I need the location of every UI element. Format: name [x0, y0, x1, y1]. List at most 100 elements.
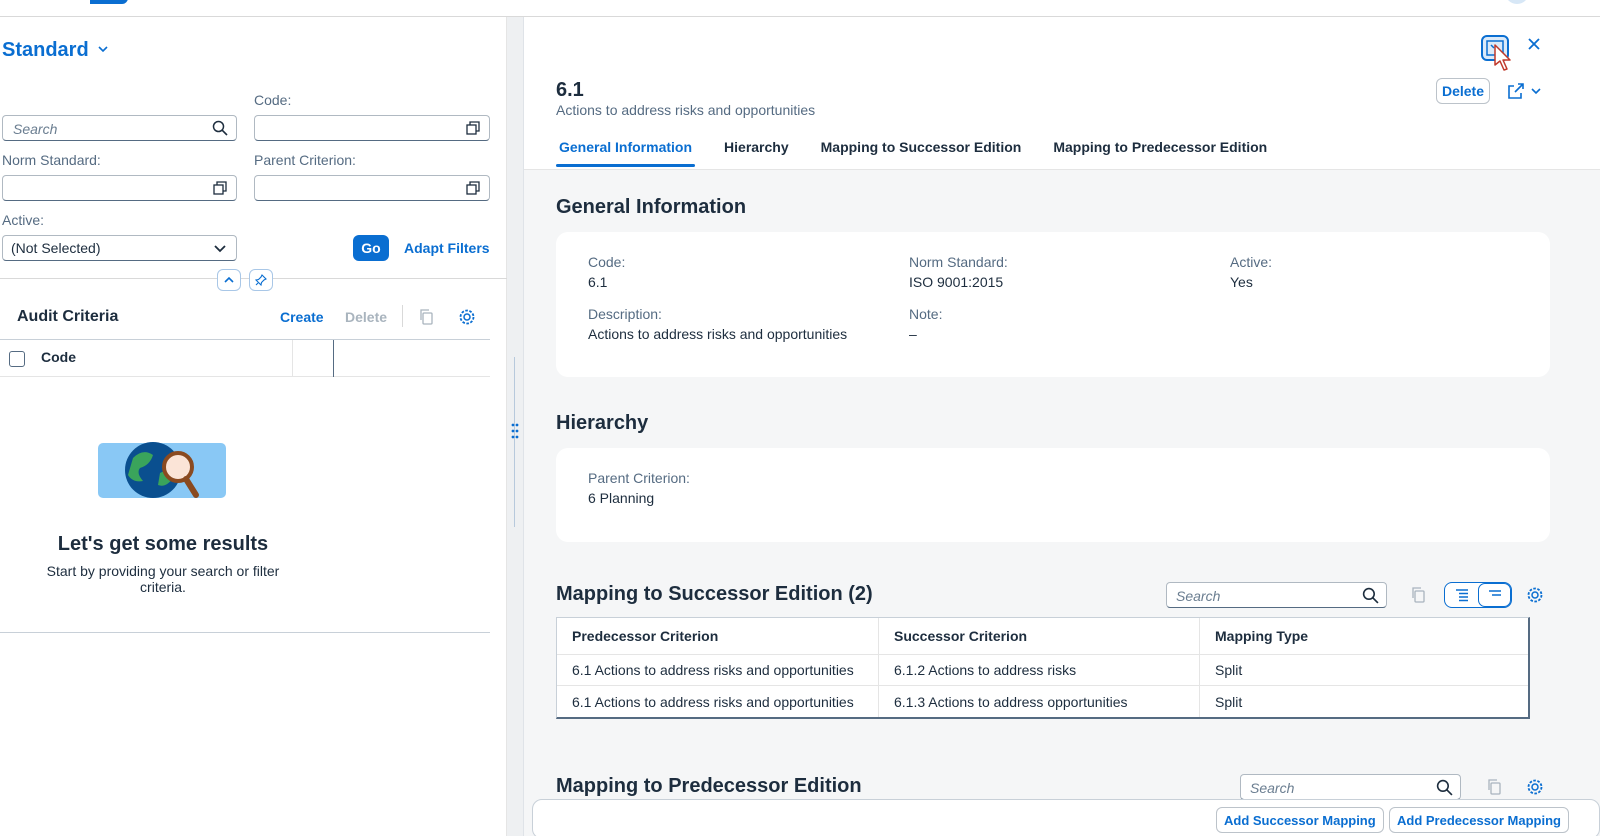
note-value: – — [909, 326, 917, 342]
table-title: Audit Criteria — [17, 308, 119, 325]
column-header-code[interactable]: Code — [41, 349, 76, 365]
copy-icon[interactable] — [1486, 778, 1504, 796]
table-row[interactable]: 6.1 Actions to address risks and opportu… — [557, 655, 1528, 686]
section-title-hierarchy: Hierarchy — [556, 412, 649, 434]
column-header-mapping-type[interactable]: Mapping Type — [1200, 618, 1528, 654]
cell-mapping-type: Split — [1215, 693, 1243, 710]
copy-icon[interactable] — [1410, 586, 1428, 604]
empty-state-text: Start by providing your search or filter… — [46, 563, 280, 595]
object-subtitle: Actions to address risks and opportuniti… — [556, 102, 816, 118]
successor-search-placeholder: Search — [1176, 588, 1221, 604]
value-help-icon[interactable] — [212, 180, 228, 196]
cell-successor: 6.1.2 Actions to address risks — [879, 655, 1200, 685]
go-button[interactable]: Go — [353, 235, 389, 261]
value-help-icon[interactable] — [465, 180, 481, 196]
search-icon[interactable] — [212, 120, 228, 136]
settings-gear-icon[interactable] — [1526, 778, 1544, 796]
copy-icon[interactable] — [418, 308, 436, 326]
cell-predecessor: 6.1 Actions to address risks and opportu… — [557, 655, 879, 685]
splitter-grip-icon[interactable] — [510, 422, 520, 443]
chevron-down-icon — [97, 43, 109, 58]
view-toggle-segmented[interactable] — [1444, 582, 1512, 608]
no-results-illustration — [98, 442, 226, 498]
active-filter-value: (Not Selected) — [11, 240, 101, 256]
search-input[interactable]: Search — [2, 115, 237, 141]
successor-search-input[interactable]: Search — [1166, 582, 1387, 608]
object-delete-button[interactable]: Delete — [1436, 78, 1490, 104]
adapt-filters-button[interactable]: Adapt Filters — [404, 240, 490, 256]
table-header-row: Code — [0, 339, 490, 377]
delete-button[interactable]: Delete — [345, 309, 387, 325]
chevron-down-icon[interactable] — [212, 240, 228, 256]
tab-mapping-predecessor[interactable]: Mapping to Predecessor Edition — [1050, 139, 1270, 167]
code-label: Code: — [588, 254, 626, 270]
predecessor-search-placeholder: Search — [1250, 780, 1295, 796]
cell-successor: 6.1.3 Actions to address opportunities — [879, 686, 1200, 717]
collapse-header-button[interactable] — [217, 269, 241, 291]
pin-header-button[interactable] — [249, 269, 273, 291]
close-column-button[interactable] — [1527, 35, 1541, 56]
predecessor-search-input[interactable]: Search — [1240, 774, 1461, 800]
close-icon — [1528, 38, 1540, 50]
cell-mapping-type: Split — [1215, 662, 1243, 678]
settings-gear-icon[interactable] — [1526, 586, 1544, 604]
search-icon[interactable] — [1436, 779, 1453, 796]
description-value: Actions to address risks and opportuniti… — [588, 326, 848, 342]
tab-general-information[interactable]: General Information — [556, 139, 696, 167]
cell-predecessor: 6.1 Actions to address risks and opportu… — [557, 686, 879, 717]
table-header-row: Predecessor Criterion Successor Criterio… — [557, 618, 1528, 655]
table-row[interactable]: 6.1 Actions to address risks and opportu… — [557, 686, 1528, 717]
chevron-up-icon — [224, 276, 234, 283]
collapse-rows-icon[interactable] — [1478, 583, 1511, 607]
norm-standard-filter-label: Norm Standard: — [2, 152, 101, 168]
variant-management[interactable]: Standard — [2, 39, 109, 62]
share-icon — [1508, 83, 1541, 99]
norm-standard-label: Norm Standard: — [909, 254, 1008, 270]
parent-criterion-filter-input[interactable] — [254, 175, 490, 201]
column-header-predecessor[interactable]: Predecessor Criterion — [557, 618, 879, 654]
successor-mapping-table: Predecessor Criterion Successor Criterio… — [556, 617, 1530, 719]
shell-bar — [0, 0, 1600, 17]
create-button[interactable]: Create — [280, 309, 324, 325]
column-header-successor[interactable]: Successor Criterion — [879, 618, 1200, 654]
company-logo[interactable] — [90, 0, 128, 4]
value-help-icon[interactable] — [465, 120, 481, 136]
description-label: Description: — [588, 306, 662, 322]
select-all-checkbox[interactable] — [9, 351, 25, 367]
column-resize-handle[interactable] — [333, 340, 334, 377]
parent-criterion-value: 6 Planning — [588, 490, 655, 506]
search-placeholder: Search — [13, 121, 58, 137]
search-icon[interactable] — [1362, 587, 1379, 604]
general-info-card: Code: 6.1 Norm Standard: ISO 9001:2015 A… — [556, 232, 1550, 377]
audit-criteria-table: Audit Criteria Create Delete Code Let's … — [0, 293, 490, 633]
avatar[interactable] — [1505, 0, 1529, 4]
pane-splitter[interactable] — [507, 17, 524, 836]
parent-criterion-label: Parent Criterion: — [588, 470, 690, 486]
code-filter-input[interactable] — [254, 115, 490, 141]
variant-name: Standard — [2, 39, 89, 61]
add-predecessor-mapping-button[interactable]: Add Predecessor Mapping — [1389, 807, 1569, 833]
add-successor-mapping-button[interactable]: Add Successor Mapping — [1216, 807, 1384, 833]
object-page: 6.1 Actions to address risks and opportu… — [524, 17, 1600, 836]
object-header: 6.1 Actions to address risks and opportu… — [524, 17, 1600, 170]
settings-gear-icon[interactable] — [458, 308, 476, 326]
active-value: Yes — [1230, 274, 1253, 290]
active-filter-label: Active: — [2, 212, 45, 228]
code-value: 6.1 — [588, 274, 608, 290]
active-filter-select[interactable]: (Not Selected) — [2, 235, 237, 261]
anchor-bar: General Information Hierarchy Mapping to… — [556, 139, 1296, 167]
parent-criterion-filter-label: Parent Criterion: — [254, 152, 356, 168]
active-label: Active: — [1230, 254, 1273, 270]
tab-mapping-successor[interactable]: Mapping to Successor Edition — [818, 139, 1025, 167]
note-label: Note: — [909, 306, 943, 322]
column-separator — [292, 340, 293, 377]
section-title-successor: Mapping to Successor Edition (2) — [556, 583, 873, 605]
norm-standard-filter-input[interactable] — [2, 175, 237, 201]
share-menu-button[interactable] — [1506, 81, 1544, 101]
expand-rows-icon[interactable] — [1445, 583, 1478, 607]
empty-state-title: Let's get some results — [57, 533, 269, 555]
tab-hierarchy[interactable]: Hierarchy — [721, 139, 792, 167]
hierarchy-card: Parent Criterion: 6 Planning — [556, 448, 1550, 542]
toolbar-separator — [402, 305, 403, 327]
list-report-pane: Standard Search Code: Norm Standard: Par… — [0, 17, 507, 836]
